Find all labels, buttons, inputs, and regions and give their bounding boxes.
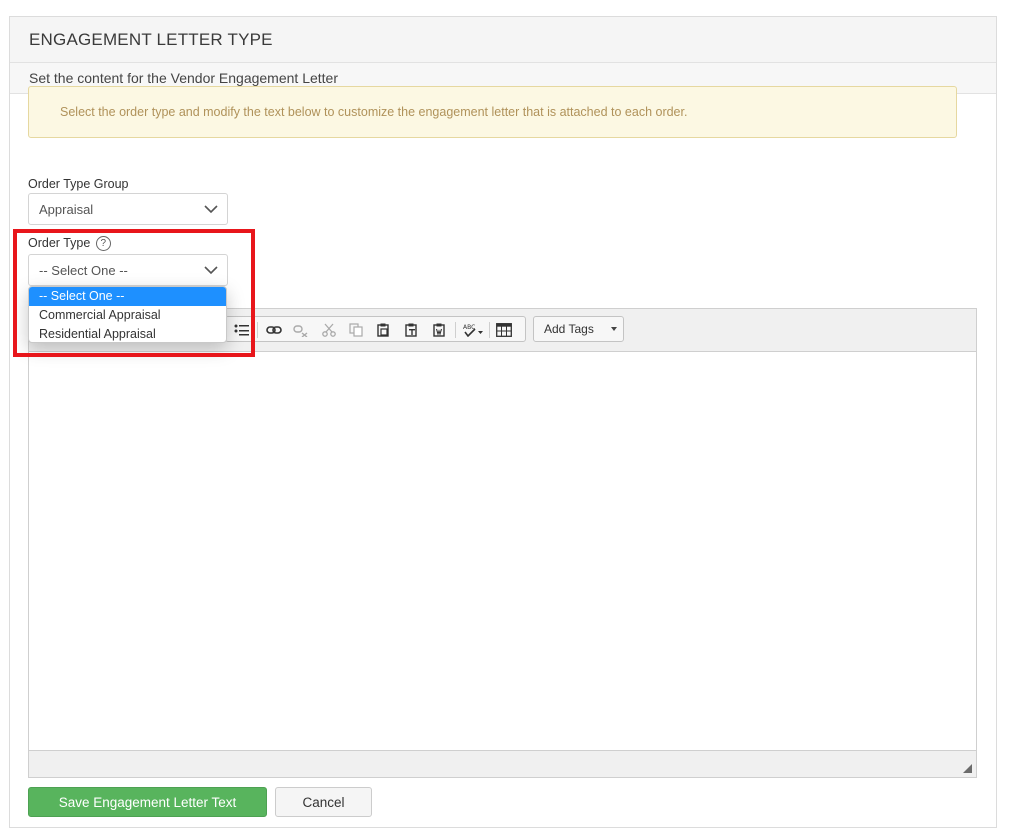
unlink-icon[interactable]	[293, 323, 309, 340]
dropdown-option[interactable]: -- Select One --	[29, 287, 226, 306]
panel-title: ENGAGEMENT LETTER TYPE	[10, 17, 996, 63]
dropdown-option[interactable]: Commercial Appraisal	[29, 306, 226, 325]
editor-content-area[interactable]	[29, 352, 976, 752]
rich-text-editor: ABC Add Tags	[28, 308, 977, 778]
editor-statusbar	[29, 750, 976, 777]
paste-icon[interactable]	[376, 323, 390, 340]
bulleted-list-icon[interactable]	[234, 323, 250, 340]
info-alert-text: Select the order type and modify the tex…	[60, 105, 688, 119]
link-icon[interactable]	[266, 323, 282, 340]
order-type-dropdown-list: -- Select One -- Commercial Appraisal Re…	[28, 286, 227, 343]
table-icon[interactable]	[496, 323, 512, 340]
toolbar-separator	[257, 322, 258, 338]
help-icon[interactable]: ?	[95, 236, 111, 251]
order-type-select[interactable]: -- Select One --	[28, 254, 228, 286]
order-type-value: -- Select One --	[39, 262, 128, 278]
cancel-button[interactable]: Cancel	[275, 787, 372, 817]
cut-icon[interactable]	[322, 323, 336, 340]
add-tags-button[interactable]: Add Tags	[533, 316, 624, 342]
order-type-group-select[interactable]: Appraisal	[28, 193, 228, 225]
spellcheck-icon[interactable]: ABC	[463, 323, 485, 340]
copy-icon[interactable]	[349, 323, 363, 340]
paste-text-icon[interactable]	[404, 323, 418, 340]
chevron-down-icon	[204, 266, 218, 275]
paste-word-icon[interactable]	[432, 323, 446, 340]
info-alert: Select the order type and modify the tex…	[28, 86, 957, 138]
toolbar-separator	[489, 322, 490, 338]
toolbar-button-group: ABC	[225, 316, 526, 342]
order-type-group-label: Order Type Group	[28, 177, 129, 191]
order-type-label: Order Type	[28, 236, 91, 250]
add-tags-label: Add Tags	[544, 322, 594, 336]
chevron-down-icon	[204, 205, 218, 214]
order-type-group-value: Appraisal	[39, 201, 94, 217]
save-engagement-letter-button[interactable]: Save Engagement Letter Text	[28, 787, 267, 817]
dropdown-option[interactable]: Residential Appraisal	[29, 325, 226, 342]
resize-handle-icon[interactable]	[963, 764, 972, 773]
toolbar-separator	[455, 322, 456, 338]
caret-down-icon	[611, 327, 617, 331]
order-type-label-row: Order Type ?	[28, 236, 111, 251]
